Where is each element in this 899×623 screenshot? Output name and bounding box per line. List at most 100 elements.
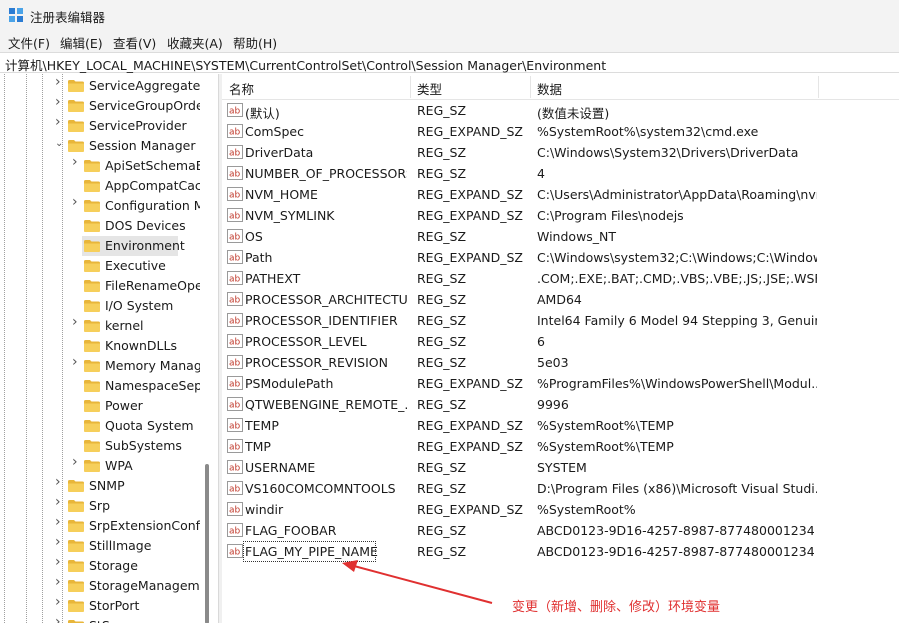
tree-item[interactable]: › SNMP xyxy=(0,475,200,496)
table-row[interactable]: ab OS REG_SZ Windows_NT xyxy=(222,226,899,247)
tree-item[interactable]: › Memory Management xyxy=(0,355,214,376)
table-row[interactable]: ab PROCESSOR_REVISION REG_SZ 5e03 xyxy=(222,352,899,373)
cell-data: ABCD0123-9D16-4257-8987-877480001234 xyxy=(537,523,815,538)
chevron-right-icon[interactable]: › xyxy=(72,455,82,469)
cell-type: REG_SZ xyxy=(417,397,467,412)
table-row[interactable]: ab NUMBER_OF_PROCESSORS REG_SZ 4 xyxy=(222,163,899,184)
tree-item[interactable]: › ServiceProvider xyxy=(0,115,200,136)
table-row[interactable]: ab QTWEBENGINE_REMOTE_... REG_SZ 9996 xyxy=(222,394,899,415)
table-row[interactable]: ab DriverData REG_SZ C:\Windows\System32\Dr… xyxy=(222,142,899,163)
chevron-right-icon[interactable]: › xyxy=(55,535,65,549)
chevron-right-icon[interactable]: › xyxy=(55,75,65,89)
table-row[interactable]: ab PROCESSOR_IDENTIFIER REG_SZ Intel64 Fami… xyxy=(222,310,899,331)
table-row[interactable]: ab TMP REG_EXPAND_SZ %SystemRoot%\TEMP xyxy=(222,436,899,457)
tree-item[interactable]: › StillImage xyxy=(0,535,200,556)
tree-item[interactable]: › SrpExtensionConfig xyxy=(0,515,211,536)
tree-item[interactable]: I/O System xyxy=(0,296,200,316)
svg-text:ab: ab xyxy=(229,443,241,453)
folder-icon xyxy=(68,500,84,512)
column-header-data[interactable]: 数据 xyxy=(537,79,562,98)
tree-item[interactable]: SubSystems xyxy=(0,436,200,456)
column-header-type[interactable]: 类型 xyxy=(417,79,442,98)
chevron-right-icon[interactable]: › xyxy=(55,475,65,489)
column-divider[interactable] xyxy=(410,76,411,98)
cell-type: REG_EXPAND_SZ xyxy=(417,439,523,454)
table-row[interactable]: ab TEMP REG_EXPAND_SZ %SystemRoot%\TEMP xyxy=(222,415,899,436)
tree-item[interactable]: KnownDLLs xyxy=(0,336,200,356)
menu-file[interactable]: 文件(F) xyxy=(8,33,50,52)
chevron-right-icon[interactable]: › xyxy=(72,315,82,329)
tree-item[interactable]: › StorageManagement xyxy=(0,575,214,596)
tree-item-label: Srp xyxy=(89,498,111,513)
tree-item[interactable]: AppCompatCache xyxy=(0,176,214,196)
cell-data: 6 xyxy=(537,334,545,349)
menu-view[interactable]: 查看(V) xyxy=(113,33,156,52)
cell-data: Windows_NT xyxy=(537,229,617,244)
table-row[interactable]: ab NVM_HOME REG_EXPAND_SZ C:\Users\Administ… xyxy=(222,184,899,205)
column-divider[interactable] xyxy=(818,76,819,98)
column-divider[interactable] xyxy=(530,76,531,98)
address-bar[interactable]: 计算机\HKEY_LOCAL_MACHINE\SYSTEM\CurrentCon… xyxy=(0,52,899,73)
tree-scrollbar[interactable] xyxy=(200,74,214,623)
tree-item-label: WPA xyxy=(105,458,133,473)
tree-item[interactable]: Executive xyxy=(0,256,200,276)
table-row[interactable]: ab PROCESSOR_LEVEL REG_SZ 6 xyxy=(222,331,899,352)
tree-item[interactable]: Power xyxy=(0,396,200,416)
table-row[interactable]: ab FLAG_FOOBAR REG_SZ ABCD0123-9D16-4257-89… xyxy=(222,520,899,541)
tree-item[interactable]: › Configuration Manager xyxy=(0,195,214,216)
tree-item[interactable]: DOS Devices xyxy=(0,216,200,236)
tree-item-label: DOS Devices xyxy=(105,218,186,233)
chevron-right-icon[interactable]: › xyxy=(55,515,65,529)
cell-name: TMP xyxy=(245,439,271,454)
table-row[interactable]: ab PSModulePath REG_EXPAND_SZ %ProgramFiles… xyxy=(222,373,899,394)
tree-item[interactable]: › Srp xyxy=(0,495,200,516)
table-row[interactable]: ab Path REG_EXPAND_SZ C:\Windows\system32;C… xyxy=(222,247,899,268)
menu-help[interactable]: 帮助(H) xyxy=(233,33,277,52)
chevron-right-icon[interactable]: › xyxy=(55,575,65,589)
tree-item[interactable]: Environment xyxy=(0,236,200,256)
chevron-right-icon[interactable]: › xyxy=(72,195,82,209)
string-value-icon: ab xyxy=(227,502,243,516)
folder-icon xyxy=(68,140,84,152)
table-row[interactable]: ab ComSpec REG_EXPAND_SZ %SystemRoot%\syste… xyxy=(222,121,899,142)
tree-item[interactable]: › StorPort xyxy=(0,595,200,616)
cell-type: REG_SZ xyxy=(417,481,467,496)
cell-name: (默认) xyxy=(245,106,280,121)
table-row[interactable]: ab NVM_SYMLINK REG_EXPAND_SZ C:\Program Fil… xyxy=(222,205,899,226)
menu-favorites[interactable]: 收藏夹(A) xyxy=(167,33,223,52)
tree-item[interactable]: › ApiSetSchemaExtensions xyxy=(0,155,214,176)
chevron-right-icon[interactable]: › xyxy=(55,495,65,509)
tree-item[interactable]: › kernel xyxy=(0,315,200,336)
table-row[interactable]: ab PROCESSOR_ARCHITECTU... REG_SZ AMD64 xyxy=(222,289,899,310)
tree-item[interactable]: › ServiceAggregatedEvents xyxy=(0,75,214,96)
cell-name: QTWEBENGINE_REMOTE_... xyxy=(245,397,407,412)
tree-item[interactable]: › Storage xyxy=(0,555,200,576)
table-row[interactable]: ab (默认) REG_SZ (数值未设置) xyxy=(222,100,899,121)
tree-scrollbar-thumb[interactable] xyxy=(205,464,209,623)
tree-item[interactable]: FileRenameOperations xyxy=(0,276,214,296)
chevron-right-icon[interactable]: › xyxy=(72,355,82,369)
chevron-right-icon[interactable]: › xyxy=(55,95,65,109)
table-row[interactable]: ab windir REG_EXPAND_SZ %SystemRoot% xyxy=(222,499,899,520)
address-path[interactable]: 计算机\HKEY_LOCAL_MACHINE\SYSTEM\CurrentCon… xyxy=(5,55,606,74)
chevron-right-icon[interactable]: › xyxy=(55,115,65,129)
tree-item[interactable]: › WPA xyxy=(0,455,200,476)
table-row[interactable]: ab FLAG_MY_PIPE_NAME REG_SZ ABCD0123-9D16-4… xyxy=(222,541,899,562)
column-header-name[interactable]: 名称 xyxy=(229,79,254,98)
chevron-right-icon[interactable]: › xyxy=(72,155,82,169)
tree-item[interactable]: › StSec xyxy=(0,615,200,623)
chevron-right-icon[interactable]: › xyxy=(55,555,65,569)
tree-item[interactable]: › ServiceGroupOrder xyxy=(0,95,209,116)
chevron-down-icon[interactable]: ⌄ xyxy=(55,139,65,149)
tree-item[interactable]: ⌄ Session Manager xyxy=(0,136,200,156)
cell-data: %ProgramFiles%\WindowsPowerShell\Modul..… xyxy=(537,376,817,391)
tree-item[interactable]: Quota System xyxy=(0,416,200,436)
string-value-icon: ab xyxy=(227,292,243,306)
menu-edit[interactable]: 编辑(E) xyxy=(60,33,103,52)
table-row[interactable]: ab PATHEXT REG_SZ .COM;.EXE;.BAT;.CMD;.VBS;… xyxy=(222,268,899,289)
table-row[interactable]: ab VS160COMCOMNTOOLS REG_SZ D:\Program File… xyxy=(222,478,899,499)
chevron-right-icon[interactable]: › xyxy=(55,595,65,609)
table-row[interactable]: ab USERNAME REG_SZ SYSTEM xyxy=(222,457,899,478)
chevron-right-icon[interactable]: › xyxy=(55,615,65,623)
tree-item[interactable]: NamespaceSeparation xyxy=(0,376,214,396)
